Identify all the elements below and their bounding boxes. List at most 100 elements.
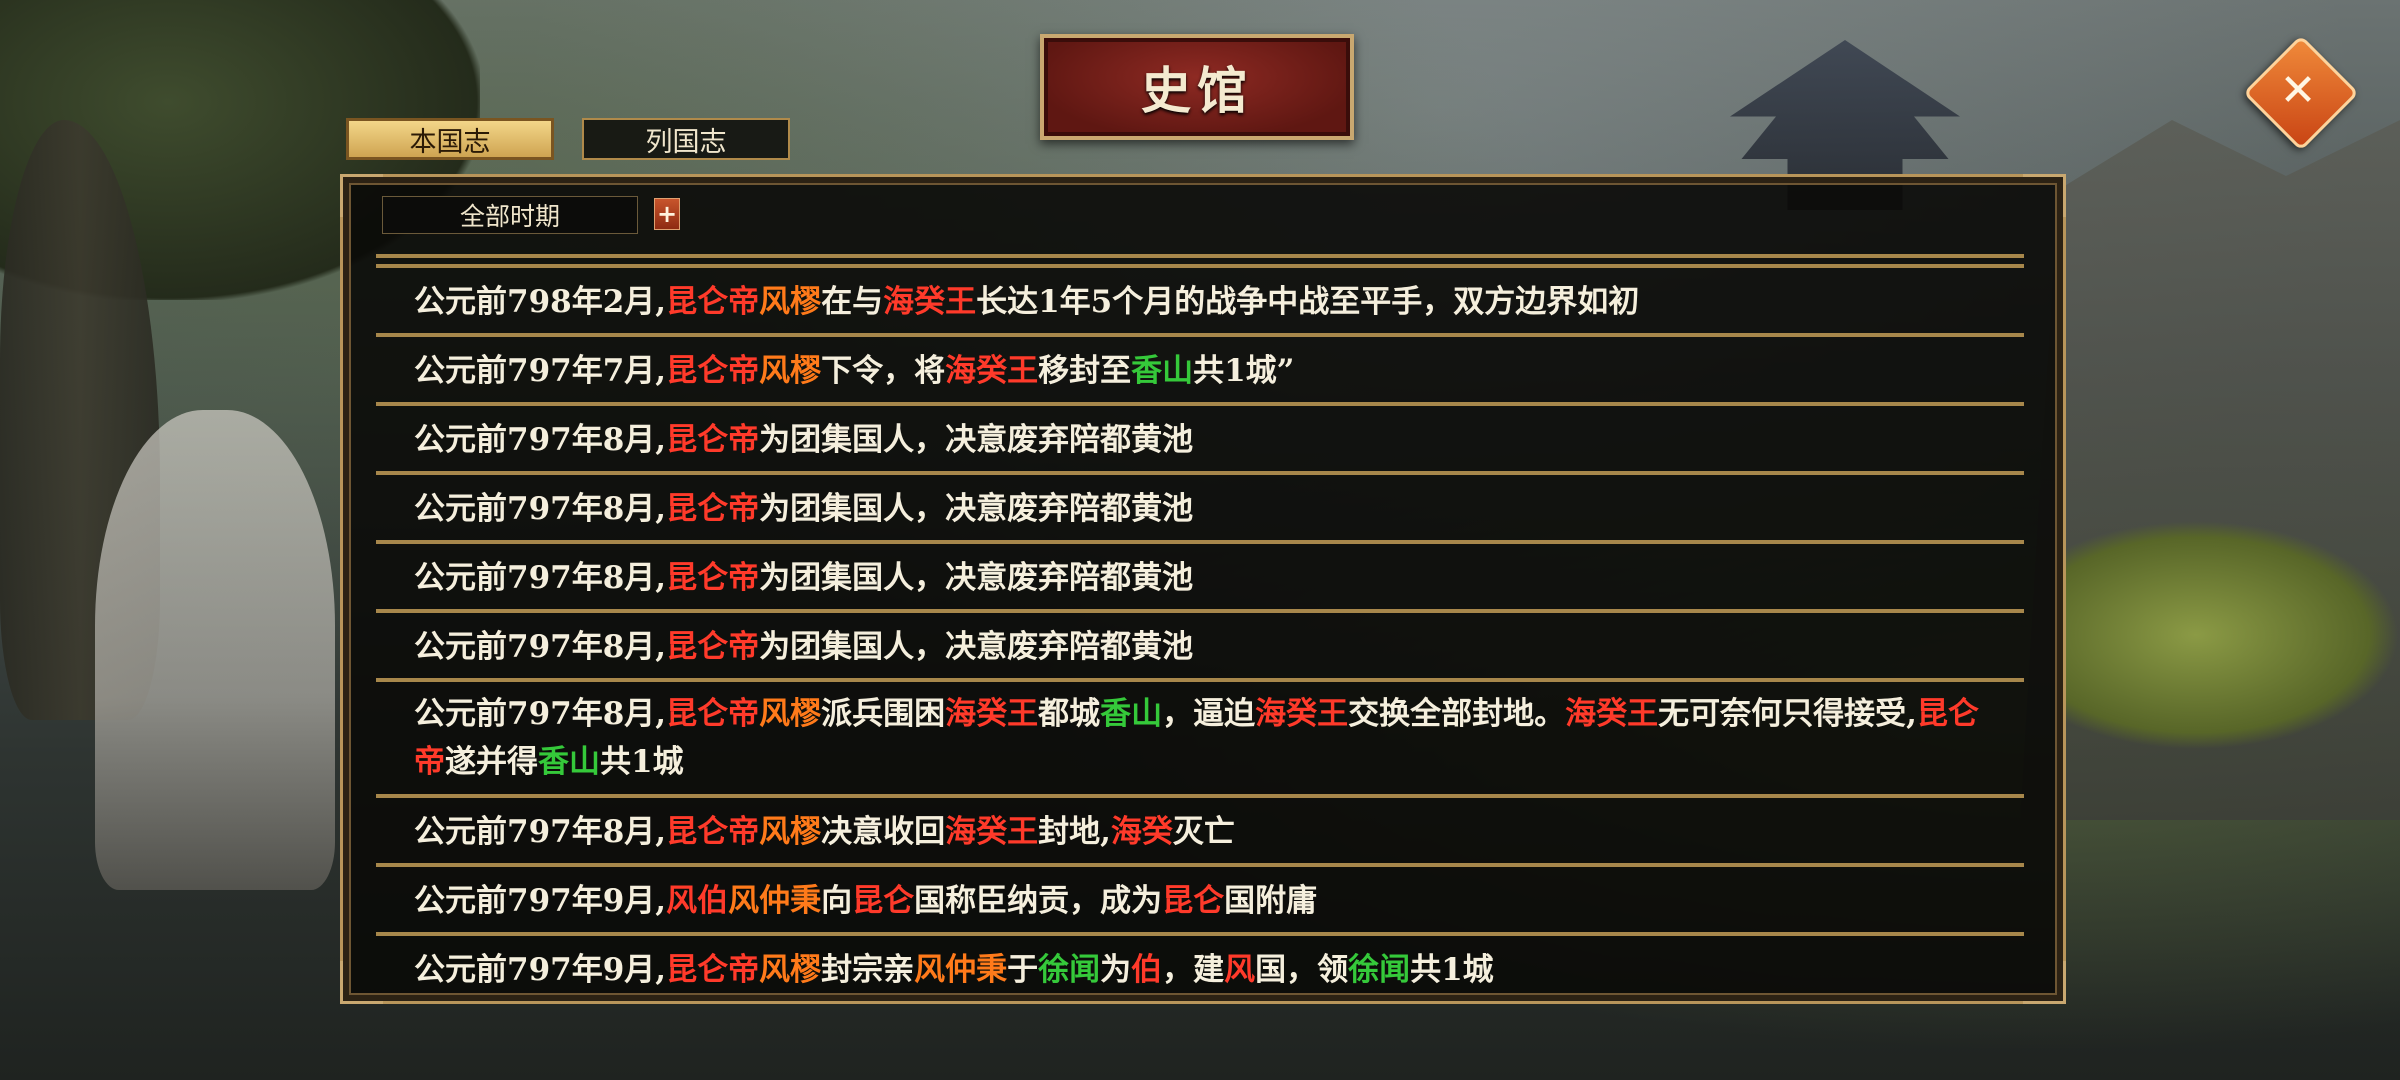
history-entry-text: 公元前797年8月,昆仑帝为团集国人，决意废弃陪都黄池 <box>414 623 2004 671</box>
entry-segment: 国称臣纳贡，成为 <box>914 883 1163 919</box>
entry-segment: 共1城 <box>600 744 684 780</box>
plus-icon[interactable]: + <box>654 198 680 230</box>
entry-segment: 风仲秉 <box>914 952 1008 988</box>
history-list[interactable]: 公元前798年2月,昆仑帝风樛在与海癸王长达1年5个月的战争中战至平手，双方边界… <box>376 248 2024 1000</box>
corner-ornament <box>2023 961 2066 1004</box>
entry-segment: 香山 <box>1100 696 1163 732</box>
entry-segment: 共1城” <box>1193 353 1295 389</box>
close-icon[interactable]: ✕ <box>2260 52 2336 128</box>
robed-figure <box>95 410 335 890</box>
entry-segment: 公元前797年8月, <box>414 491 667 527</box>
history-entry-text: 公元前797年8月,昆仑帝为团集国人，决意废弃陪都黄池 <box>414 485 2004 533</box>
history-entry: 公元前797年8月,昆仑帝为团集国人，决意废弃陪都黄池 <box>376 475 2024 544</box>
entry-segment: 昆仑 <box>1162 883 1225 919</box>
history-entry: 公元前797年8月,昆仑帝风樛派兵围困海癸王都城香山，逼迫海癸王交换全部封地。海… <box>376 682 2024 798</box>
entry-segment: 无可奈何只得接受, <box>1658 696 1917 732</box>
entry-segment: 灭亡 <box>1172 814 1235 850</box>
entry-segment: 为团集国人，决意废弃陪都黄池 <box>759 491 1194 527</box>
entry-segment: 香山 <box>538 744 600 780</box>
history-entry: 公元前798年2月,昆仑帝风樛在与海癸王长达1年5个月的战争中战至平手，双方边界… <box>376 268 2024 337</box>
entry-segment: 海癸王 <box>1565 696 1659 732</box>
entry-segment: 移封至 <box>1038 353 1132 389</box>
entry-segment: 海癸 <box>1110 814 1173 850</box>
entry-segment: 决意收回 <box>821 814 946 850</box>
entry-segment: 为团集国人，决意废弃陪都黄池 <box>759 560 1194 596</box>
entry-segment: 公元前797年8月, <box>414 422 667 458</box>
divider <box>376 254 2024 258</box>
entry-segment: 公元前797年8月, <box>414 696 667 732</box>
entry-segment: 昆仑帝 <box>666 696 760 732</box>
entry-segment: ，建 <box>1162 952 1225 988</box>
history-entry-text: 公元前797年9月,昆仑帝风樛封宗亲风仲秉于徐闻为伯，建风国，领徐闻共1城 <box>414 946 2004 994</box>
entry-segment: 风仲秉 <box>728 883 822 919</box>
history-entry-text: 公元前797年8月,昆仑帝为团集国人，决意废弃陪都黄池 <box>414 416 2004 464</box>
corner-ornament <box>2023 174 2066 217</box>
history-entry: 公元前797年8月,昆仑帝为团集国人，决意废弃陪都黄池 <box>376 406 2024 475</box>
history-entry: 公元前797年7月,昆仑帝风樛下令，将海癸王移封至香山共1城” <box>376 337 2024 406</box>
entry-segment: 昆仑帝 <box>666 284 760 320</box>
entry-segment: 风樛 <box>759 696 822 732</box>
entry-segment: 于 <box>1007 952 1039 988</box>
entry-segment: 昆仑帝 <box>666 629 760 665</box>
corner-ornament <box>340 174 383 217</box>
history-entry-text: 公元前797年8月,昆仑帝风樛派兵围困海癸王都城香山，逼迫海癸王交换全部封地。海… <box>414 690 2004 786</box>
entry-segment: 为团集国人，决意废弃陪都黄池 <box>759 422 1194 458</box>
entry-segment: 海癸王 <box>945 353 1039 389</box>
entry-segment: 为 <box>1100 952 1132 988</box>
entry-segment: 共1城 <box>1410 952 1494 988</box>
history-entry-text: 公元前797年7月,昆仑帝风樛下令，将海癸王移封至香山共1城” <box>414 347 2004 395</box>
entry-segment: 伯 <box>1131 952 1163 988</box>
entry-segment: 下令，将 <box>821 353 946 389</box>
entry-segment: 公元前797年7月, <box>414 353 667 389</box>
entry-segment: 派兵围困 <box>821 696 946 732</box>
entry-segment: 香山 <box>1131 353 1194 389</box>
history-entry: 公元前797年9月,昆仑帝风樛封宗亲风仲秉于徐闻为伯，建风国，领徐闻共1城 <box>376 936 2024 1000</box>
entry-segment: 公元前797年8月, <box>414 560 667 596</box>
entry-segment: 封地, <box>1038 814 1111 850</box>
entry-segment: 昆仑帝 <box>666 560 760 596</box>
entry-segment: 公元前797年9月, <box>414 952 667 988</box>
entry-segment: 国附庸 <box>1224 883 1318 919</box>
trees-right <box>2060 520 2400 750</box>
history-entry: 公元前797年8月,昆仑帝风樛决意收回海癸王封地,海癸灭亡 <box>376 798 2024 867</box>
history-entry: 公元前797年8月,昆仑帝为团集国人，决意废弃陪都黄池 <box>376 613 2024 682</box>
entry-segment: 风伯 <box>666 883 729 919</box>
entry-segment: 公元前797年9月, <box>414 883 667 919</box>
entry-segment: 遂并得 <box>445 744 538 780</box>
entry-segment: 海癸王 <box>945 814 1039 850</box>
history-entry-text: 公元前797年9月,风伯风仲秉向昆仑国称臣纳贡，成为昆仑国附庸 <box>414 877 2004 925</box>
tab-all-countries[interactable]: 列国志 <box>582 118 790 160</box>
entry-segment: 交换全部封地。 <box>1348 696 1566 732</box>
entry-segment: 海癸王 <box>945 696 1039 732</box>
entry-segment: 在与 <box>821 284 884 320</box>
history-entry: 公元前797年9月,风伯风仲秉向昆仑国称臣纳贡，成为昆仑国附庸 <box>376 867 2024 936</box>
history-entry-text: 公元前797年8月,昆仑帝风樛决意收回海癸王封地,海癸灭亡 <box>414 808 2004 856</box>
entry-segment: 为团集国人，决意废弃陪都黄池 <box>759 629 1194 665</box>
entry-segment: 风樛 <box>759 952 822 988</box>
entry-segment: 徐闻 <box>1348 952 1411 988</box>
entry-segment: 昆仑帝 <box>666 814 760 850</box>
page-title: 史馆 <box>1040 34 1354 140</box>
history-entry-text: 公元前798年2月,昆仑帝风樛在与海癸王长达1年5个月的战争中战至平手，双方边界… <box>414 278 2004 326</box>
entry-segment: 公元前797年8月, <box>414 629 667 665</box>
entry-segment: 封宗亲 <box>821 952 915 988</box>
entry-segment: 海癸王 <box>883 284 977 320</box>
entry-segment: 风樛 <box>759 353 822 389</box>
entry-segment: 昆仑帝 <box>666 952 760 988</box>
entry-segment: 公元前798年2月, <box>414 284 667 320</box>
entry-segment: 风樛 <box>759 814 822 850</box>
entry-segment: 风 <box>1224 952 1256 988</box>
entry-segment: 昆仑帝 <box>666 491 760 527</box>
entry-segment: 都城 <box>1038 696 1101 732</box>
entry-segment: 长达1年5个月的战争中战至平手，双方边界如初 <box>976 284 1640 320</box>
entry-segment: ，逼迫 <box>1162 696 1256 732</box>
entry-segment: 昆仑帝 <box>666 422 760 458</box>
history-entry: 公元前797年8月,昆仑帝为团集国人，决意废弃陪都黄池 <box>376 544 2024 613</box>
period-filter[interactable]: 全部时期 <box>382 196 638 234</box>
entry-segment: 向 <box>821 883 853 919</box>
entry-segment: 海癸王 <box>1255 696 1349 732</box>
entry-segment: 国，领 <box>1255 952 1349 988</box>
history-entry-text: 公元前797年8月,昆仑帝为团集国人，决意废弃陪都黄池 <box>414 554 2004 602</box>
entry-segment: 徐闻 <box>1038 952 1101 988</box>
tab-home-country[interactable]: 本国志 <box>346 118 554 160</box>
